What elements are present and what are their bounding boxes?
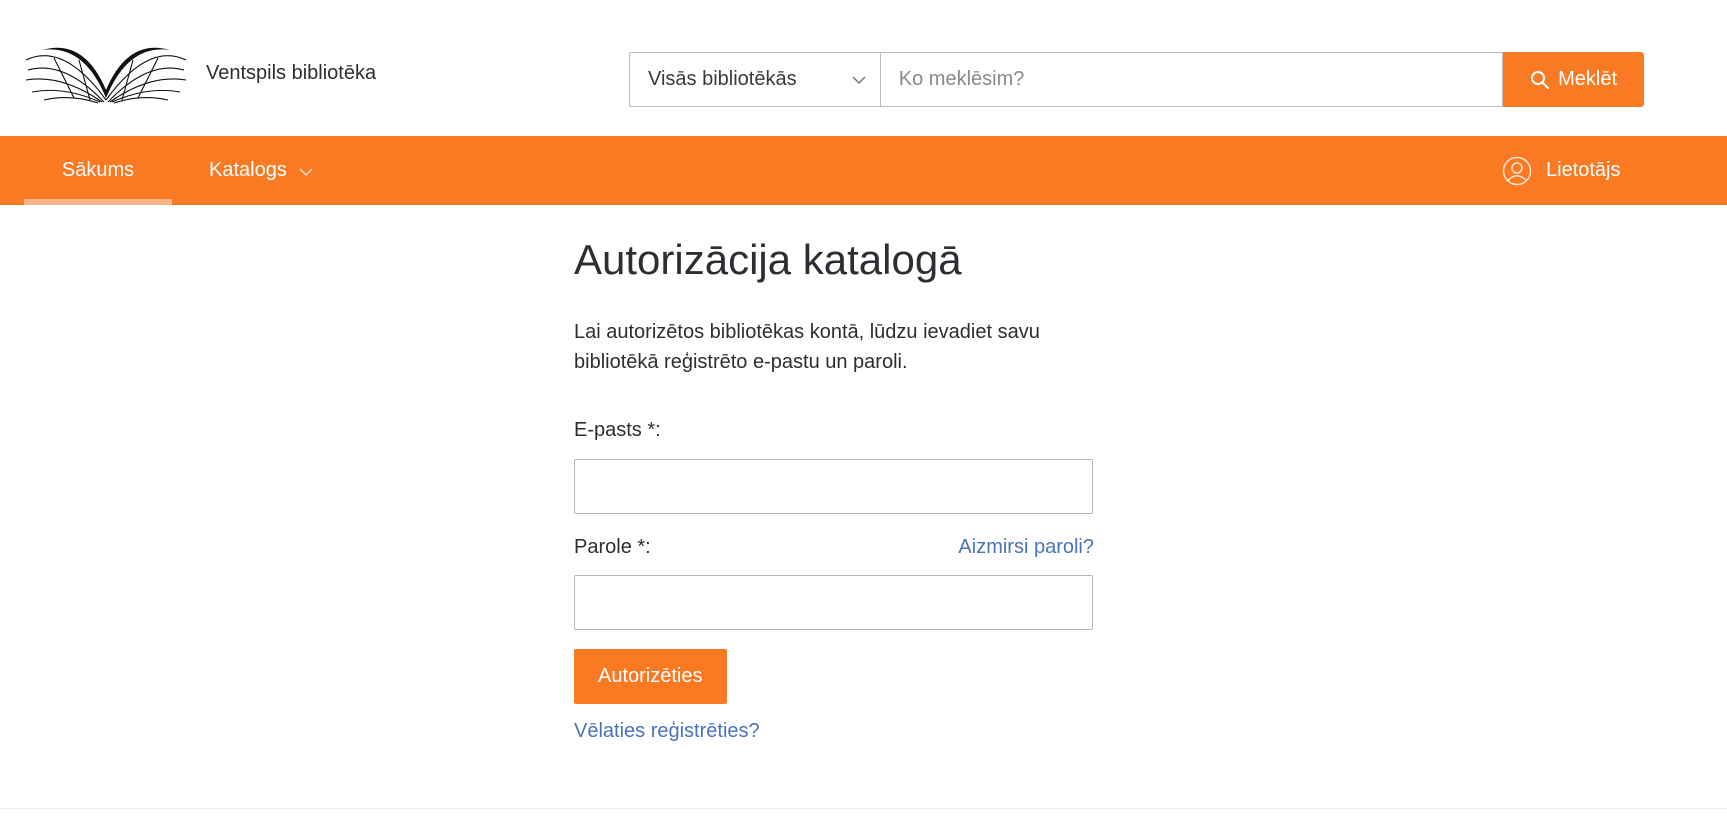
forgot-password-link[interactable]: Aizmirsi paroli? [958,535,1094,559]
chevron-down-icon [299,168,313,177]
nav-item-label: Sākums [61,159,135,181]
password-label: Parole *: [574,536,651,558]
search-bar: Visās bibliotēkās Meklēt [629,52,1644,107]
page-title: Autorizācija katalogā [574,236,962,283]
library-scope-select[interactable]: Visās bibliotēkās [629,52,880,107]
logo-link[interactable] [24,40,188,106]
chevron-down-icon [852,76,866,85]
search-input[interactable] [879,52,1504,107]
nav-item-label: Katalogs [209,159,287,181]
user-avatar-icon [1502,156,1532,185]
user-menu[interactable]: Lietotājs [1502,136,1621,205]
password-field[interactable] [574,575,1093,630]
login-button[interactable]: Autorizēties [574,649,727,704]
email-field[interactable] [574,459,1093,514]
user-menu-label: Lietotājs [1546,159,1621,181]
brand-name: Ventspils bibliotēka [206,62,377,84]
nav-item-home[interactable]: Sākums [24,136,172,205]
email-label: E-pasts *: [574,419,661,441]
open-book-logo-icon [25,47,187,104]
main-nav: Sākums Katalogs Lietotājs [0,136,1727,205]
scope-selected-value: Visās bibliotēkās [648,68,797,90]
search-button-label: Meklēt [1558,68,1618,90]
search-icon [1531,70,1550,89]
nav-item-catalog[interactable]: Katalogs [209,136,313,205]
register-link[interactable]: Vēlaties reģistrēties? [574,719,760,743]
search-button[interactable]: Meklēt [1503,52,1644,107]
site-header: Ventspils bibliotēka Visās bibliotēkās M… [0,0,1727,136]
active-indicator [24,199,172,205]
intro-text: Lai autorizētos bibliotēkas kontā, lūdzu… [574,321,1040,373]
footer-divider [0,808,1727,809]
